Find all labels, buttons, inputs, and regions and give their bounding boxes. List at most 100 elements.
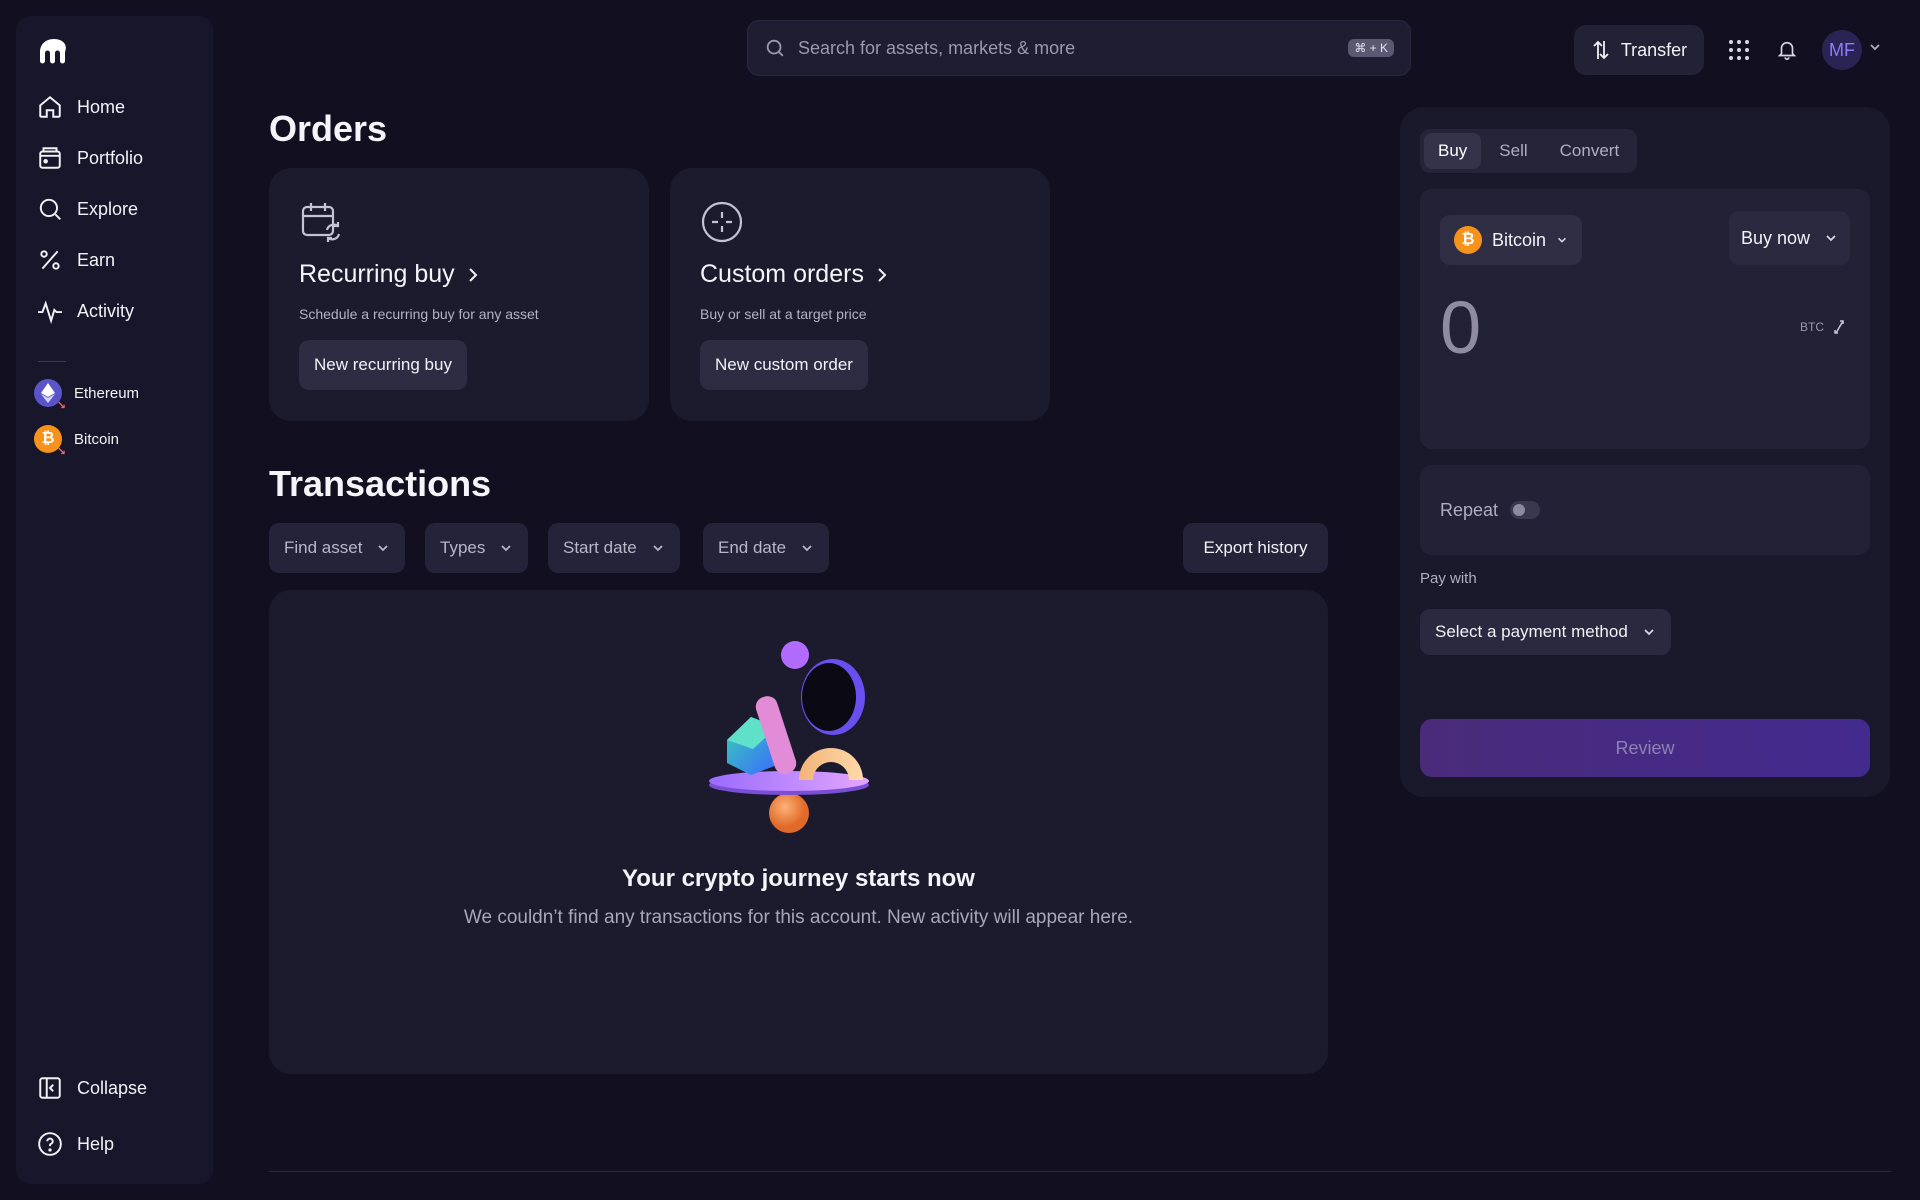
recurring-buy-title-text: Recurring buy: [299, 260, 455, 288]
custom-orders-card: Custom orders Buy or sell at a target pr…: [670, 168, 1050, 421]
sidebar-item-explore[interactable]: Explore: [34, 189, 204, 229]
sidebar: Home Portfolio Explore Earn Activity ↘ E…: [16, 16, 213, 1184]
tab-convert[interactable]: Convert: [1546, 133, 1634, 169]
sidebar-item-label: Earn: [77, 249, 116, 270]
sidebar-asset-label: Bitcoin: [74, 430, 120, 448]
grid-icon: [1729, 40, 1749, 60]
recurring-buy-title[interactable]: Recurring buy: [299, 260, 479, 289]
find-asset-filter[interactable]: Find asset: [269, 523, 406, 573]
empty-state-title: Your crypto journey starts now: [622, 865, 975, 892]
crosshair-icon: [701, 201, 743, 243]
search-shortcut: ⌘ + K: [1348, 39, 1394, 57]
search-icon: [766, 39, 784, 57]
unit-toggle[interactable]: BTC: [1800, 319, 1846, 335]
types-filter[interactable]: Types: [425, 523, 529, 573]
sidebar-asset-label: Ethereum: [74, 384, 140, 402]
sidebar-item-label: Home: [77, 96, 126, 117]
filter-label: Find asset: [284, 538, 363, 557]
collapse-label: Collapse: [77, 1077, 148, 1098]
search-placeholder: Search for assets, markets & more: [798, 37, 1076, 58]
sidebar-asset-ethereum[interactable]: ↘ Ethereum: [34, 376, 140, 412]
search-bar[interactable]: Search for assets, markets & more ⌘ + K: [747, 20, 1411, 76]
help-label: Help: [77, 1133, 115, 1154]
tab-sell[interactable]: Sell: [1485, 133, 1541, 169]
filter-label: Types: [440, 538, 486, 557]
sidebar-item-activity[interactable]: Activity: [34, 291, 204, 331]
collapse-icon: [39, 1077, 61, 1099]
help-icon: [38, 1132, 62, 1156]
ethereum-icon: ↘: [34, 379, 66, 412]
new-custom-order-button[interactable]: New custom order: [700, 340, 868, 390]
swap-icon: [1834, 320, 1844, 334]
percent-icon: [40, 250, 60, 270]
activity-icon: [38, 300, 62, 324]
search-icon: [39, 198, 61, 220]
amount-box: ₿ Bitcoin Buy now 0 BTC: [1420, 189, 1870, 449]
start-date-filter[interactable]: Start date: [548, 523, 680, 573]
custom-orders-title[interactable]: Custom orders: [700, 260, 888, 289]
home-icon: [39, 95, 61, 118]
payment-method-select[interactable]: Select a payment method: [1420, 609, 1671, 655]
apps-grid-button[interactable]: [1723, 34, 1755, 66]
order-type-label: Buy now: [1740, 227, 1810, 248]
bitcoin-icon: ₿: [1454, 226, 1482, 254]
export-history-button[interactable]: Export history: [1183, 523, 1328, 573]
custom-orders-title-text: Custom orders: [700, 260, 864, 288]
trend-down-icon: ↘: [56, 446, 66, 458]
chevron-down-icon[interactable]: [1868, 40, 1882, 54]
filter-label: Start date: [563, 538, 637, 557]
asset-select[interactable]: ₿ Bitcoin: [1440, 215, 1583, 265]
new-recurring-buy-button[interactable]: New recurring buy: [299, 340, 467, 390]
transactions-heading: Transactions: [269, 463, 492, 504]
custom-orders-subtitle: Buy or sell at a target price: [700, 306, 867, 322]
sidebar-item-home[interactable]: Home: [34, 87, 204, 127]
review-button[interactable]: Review: [1420, 719, 1870, 777]
wallet-icon: [39, 147, 61, 169]
trend-down-icon: ↘: [56, 400, 66, 412]
empty-state-subtitle: We couldn’t find any transactions for th…: [463, 907, 1134, 928]
trade-tabs: Buy Sell Convert: [1420, 129, 1638, 173]
filter-label: End date: [718, 538, 787, 557]
transactions-empty-state: Your crypto journey starts now We couldn…: [269, 590, 1328, 1074]
tab-buy[interactable]: Buy: [1424, 133, 1482, 169]
pay-with-label: Pay with: [1420, 570, 1477, 587]
notifications-button[interactable]: [1771, 34, 1803, 66]
bell-icon: [1777, 41, 1797, 60]
recurring-buy-card: Recurring buy Schedule a recurring buy f…: [269, 168, 649, 421]
footer-divider: [269, 1171, 1891, 1172]
chevron-down-icon: [1826, 235, 1836, 242]
recurring-buy-subtitle: Schedule a recurring buy for any asset: [299, 306, 539, 322]
calendar-repeat-icon: [301, 203, 341, 242]
chevron-down-icon: [501, 545, 511, 552]
sidebar-divider: [38, 361, 66, 362]
chevron-down-icon: [1644, 629, 1654, 636]
repeat-label: Repeat: [1440, 499, 1499, 520]
sidebar-item-label: Activity: [77, 300, 135, 321]
chevron-right-icon: [878, 267, 887, 282]
amount-unit-label: BTC: [1800, 320, 1824, 334]
orders-heading: Orders: [269, 108, 388, 149]
asset-select-label: Bitcoin: [1492, 229, 1547, 250]
avatar[interactable]: MF: [1822, 30, 1862, 70]
sidebar-collapse-button[interactable]: Collapse: [34, 1068, 204, 1108]
end-date-filter[interactable]: End date: [703, 523, 830, 573]
sidebar-item-earn[interactable]: Earn: [34, 240, 204, 280]
order-type-select[interactable]: Buy now: [1728, 211, 1850, 265]
chevron-down-icon: [1558, 237, 1567, 243]
kraken-logo[interactable]: [37, 36, 71, 66]
chevron-down-icon: [378, 545, 389, 552]
sidebar-help-button[interactable]: Help: [34, 1124, 204, 1164]
transfer-label: Transfer: [1620, 39, 1688, 60]
transfer-button[interactable]: Transfer: [1574, 25, 1704, 75]
amount-input[interactable]: 0: [1440, 285, 1481, 370]
repeat-toggle[interactable]: [1510, 501, 1541, 519]
sidebar-asset-bitcoin[interactable]: ₿ ↘ Bitcoin: [34, 422, 120, 458]
sidebar-item-label: Explore: [77, 198, 139, 219]
chevron-right-icon: [468, 267, 478, 282]
sidebar-item-label: Portfolio: [77, 147, 144, 168]
crypto-journey-illustration: [709, 641, 869, 833]
payment-method-label: Select a payment method: [1435, 622, 1628, 641]
repeat-row: Repeat: [1420, 465, 1870, 555]
app-root: Home Portfolio Explore Earn Activity ↘ E…: [0, 0, 1920, 1200]
sidebar-item-portfolio[interactable]: Portfolio: [34, 138, 204, 178]
